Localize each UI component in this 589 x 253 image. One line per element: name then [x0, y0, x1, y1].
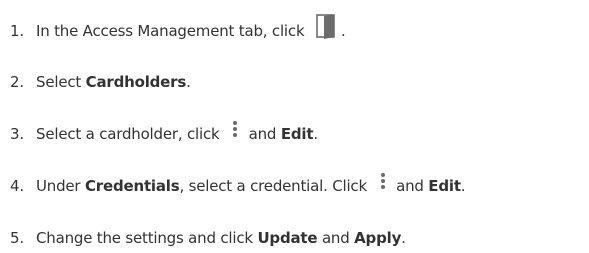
step-number: 1.: [10, 22, 24, 40]
step-item: 2. Select Cardholders.: [10, 67, 191, 97]
step-emphasis: Cardholders: [85, 73, 187, 91]
step-text: and: [244, 125, 281, 143]
step-text: .: [341, 22, 346, 40]
step-number: 4.: [10, 177, 24, 195]
step-text: .: [186, 73, 191, 91]
step-text: .: [460, 177, 466, 195]
more-vertical-icon: [228, 119, 242, 141]
step-item: 5. Change the settings and click Update a…: [10, 223, 406, 253]
step-text: .: [401, 229, 406, 247]
step-emphasis: Update: [257, 229, 318, 247]
step-text: .: [313, 125, 318, 143]
step-text: Under: [36, 177, 85, 195]
step-text: In the Access Management tab, click: [36, 22, 309, 40]
step-number: 2.: [10, 73, 24, 91]
step-item: 3. Select a cardholder, click and Edit.: [10, 119, 318, 149]
step-emphasis: Credentials: [84, 177, 180, 195]
step-text: , select a credential. Click: [179, 177, 372, 195]
step-item: 1. In the Access Management tab, click .: [10, 13, 346, 46]
step-number: 3.: [10, 125, 24, 143]
step-text: and: [317, 229, 355, 247]
step-text: Select: [36, 73, 86, 91]
door-icon: [315, 13, 337, 41]
step-number: 5.: [10, 229, 24, 247]
step-text: Select a cardholder, click: [36, 125, 225, 143]
step-text: and: [391, 177, 429, 195]
more-vertical-icon: [376, 171, 390, 193]
step-emphasis: Apply: [354, 229, 402, 247]
step-emphasis: Edit: [280, 125, 314, 143]
step-text: Change the settings and click: [36, 229, 258, 247]
step-emphasis: Edit: [428, 177, 461, 195]
step-item: 4. Under Credentials, select a credential…: [10, 171, 466, 201]
